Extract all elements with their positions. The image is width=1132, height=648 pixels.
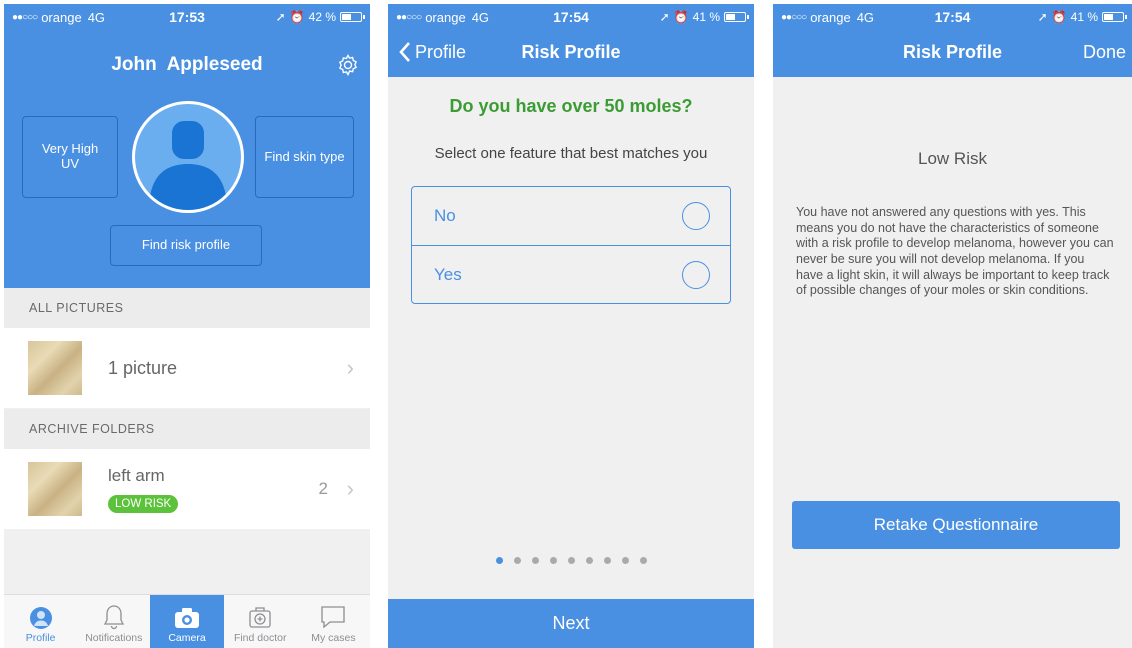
carrier-label: orange [425, 9, 466, 25]
location-icon: ➚ [659, 10, 670, 24]
radio-button[interactable] [682, 260, 710, 289]
tab-find-doctor[interactable]: Find doctor [224, 595, 297, 648]
find-skin-type-button[interactable]: Find skin type [255, 116, 354, 198]
page-dot [531, 557, 539, 564]
options-list: No Yes [411, 186, 731, 304]
carrier-label: orange [810, 9, 851, 25]
page-dot [585, 557, 593, 564]
clock: 17:54 [553, 9, 589, 25]
all-pictures-row[interactable]: 1 picture › [4, 328, 370, 408]
network-label: 4G [471, 9, 490, 25]
page-indicator [388, 557, 754, 564]
signal-icon: ●●○○○ [12, 11, 38, 23]
option-label: Yes [434, 264, 462, 284]
tab-camera[interactable]: Camera [150, 595, 224, 648]
profile-screen: ●●○○○ orange 4G 17:53 ➚ ⏰ 42 % John Appl… [4, 4, 370, 648]
instruction-text: Select one feature that best matches you [434, 145, 708, 162]
questionnaire-screen: ●●○○○ orange 4G 17:54 ➚ ⏰ 41 % Profile R… [388, 4, 754, 648]
option-yes[interactable]: Yes [412, 245, 730, 303]
battery-percent: 41 % [1070, 10, 1098, 24]
retake-questionnaire-button[interactable]: Retake Questionnaire [792, 501, 1120, 549]
page-title: Risk Profile [521, 42, 621, 62]
network-label: 4G [856, 9, 875, 25]
signal-icon: ●●○○○ [396, 11, 422, 23]
folder-count: 2 [318, 479, 328, 498]
folder-name: left arm [108, 466, 165, 485]
avatar[interactable] [132, 101, 244, 213]
page-dot [513, 557, 521, 564]
find-risk-profile-button[interactable]: Find risk profile [110, 225, 262, 266]
battery-percent: 41 % [692, 10, 720, 24]
battery-icon [1102, 12, 1127, 22]
battery-percent: 42 % [308, 10, 336, 24]
status-bar: ●●○○○ orange 4G 17:53 ➚ ⏰ 42 % [4, 4, 370, 30]
tab-label: Profile [25, 632, 56, 644]
question-text: Do you have over 50 moles? [449, 96, 693, 116]
page-dot [639, 557, 647, 564]
signal-icon: ●●○○○ [781, 11, 807, 23]
tab-label: Camera [168, 632, 206, 644]
tab-bar: Profile Notifications Camera Find doctor… [4, 594, 370, 648]
chevron-right-icon: › [346, 355, 354, 380]
pictures-count: 1 picture [108, 357, 178, 378]
tab-label: Notifications [85, 632, 143, 644]
result-screen: ●●○○○ orange 4G 17:54 ➚ ⏰ 41 % Risk Prof… [773, 4, 1132, 648]
done-button[interactable]: Done [1083, 42, 1126, 63]
all-pictures-header: ALL PICTURES [4, 288, 370, 328]
folder-thumbnail [28, 462, 82, 516]
status-bar: ●●○○○ orange 4G 17:54 ➚ ⏰ 41 % [773, 4, 1132, 30]
risk-level: Low Risk [918, 149, 987, 168]
tab-label: My cases [311, 632, 356, 644]
option-label: No [434, 206, 456, 225]
tab-label: Find doctor [233, 632, 287, 644]
chat-bubble-icon [321, 606, 346, 629]
location-icon: ➚ [1037, 10, 1048, 24]
camera-icon [175, 608, 199, 628]
chevron-right-icon: › [346, 476, 354, 501]
alarm-icon: ⏰ [289, 10, 305, 24]
person-avatar-icon [149, 121, 227, 210]
radio-button[interactable] [682, 202, 710, 230]
status-bar: ●●○○○ orange 4G 17:54 ➚ ⏰ 41 % [388, 4, 754, 30]
clock: 17:53 [169, 9, 205, 25]
profile-header: ●●○○○ orange 4G 17:53 ➚ ⏰ 42 % John Appl… [4, 4, 370, 288]
alarm-icon: ⏰ [673, 10, 689, 24]
page-dot [567, 557, 575, 564]
location-icon: ➚ [275, 10, 286, 24]
option-no[interactable]: No [412, 187, 730, 245]
uv-level-label: Very High [41, 141, 99, 157]
battery-icon [340, 12, 365, 22]
next-button[interactable]: Next [388, 599, 754, 648]
archive-folders-header: ARCHIVE FOLDERS [4, 409, 370, 449]
picture-thumbnail [28, 341, 82, 395]
bell-icon [103, 605, 124, 630]
tab-profile[interactable]: Profile [4, 595, 77, 648]
user-name: John Appleseed [111, 54, 263, 75]
uv-label: UV [60, 156, 80, 171]
clock: 17:54 [934, 9, 971, 25]
nav-bar: ●●○○○ orange 4G 17:54 ➚ ⏰ 41 % Profile R… [388, 4, 754, 77]
gear-icon[interactable] [336, 53, 360, 77]
nav-bar: ●●○○○ orange 4G 17:54 ➚ ⏰ 41 % Risk Prof… [773, 4, 1132, 77]
person-icon [29, 607, 52, 629]
page-title: Risk Profile [902, 42, 1003, 62]
status-badge: LOW RISK [108, 495, 179, 513]
page-dot [495, 557, 503, 564]
battery-icon [724, 12, 749, 22]
risk-description: You have not answered any questions with… [796, 205, 1114, 298]
tab-notifications[interactable]: Notifications [77, 595, 150, 648]
page-dot [549, 557, 557, 564]
tab-my-cases[interactable]: My cases [297, 595, 370, 648]
carrier-label: orange [41, 9, 82, 25]
uv-level-button[interactable]: Very High UV [22, 116, 118, 198]
folder-row[interactable]: left arm LOW RISK 2 › [4, 449, 370, 529]
page-dot [621, 557, 629, 564]
page-dot [603, 557, 611, 564]
network-label: 4G [87, 9, 106, 25]
alarm-icon: ⏰ [1051, 10, 1067, 24]
medical-kit-icon [249, 607, 271, 628]
